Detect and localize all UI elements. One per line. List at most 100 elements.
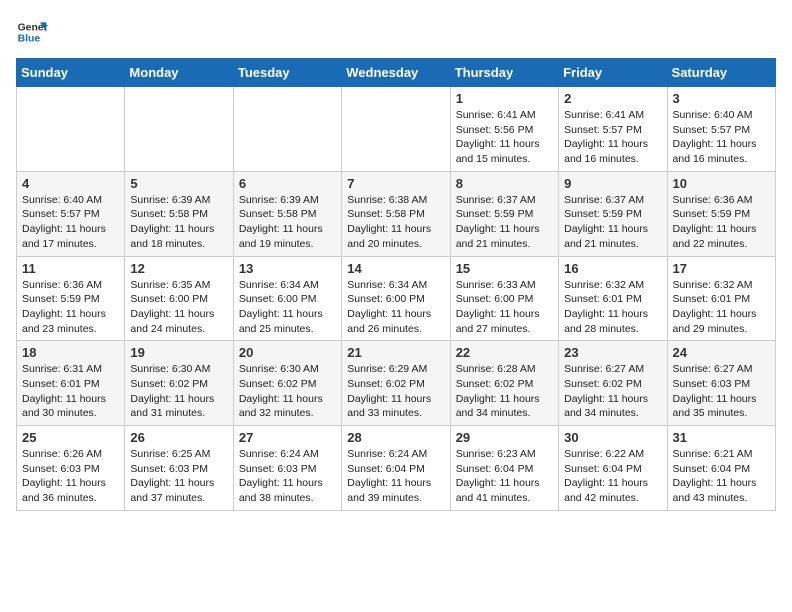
calendar-cell: 5 Sunrise: 6:39 AM Sunset: 5:58 PM Daylig… <box>125 171 233 256</box>
calendar-cell: 13 Sunrise: 6:34 AM Sunset: 6:00 PM Dayli… <box>233 256 341 341</box>
day-info: Sunrise: 6:35 AM Sunset: 6:00 PM Dayligh… <box>130 278 227 337</box>
calendar-cell <box>233 87 341 172</box>
day-info: Sunrise: 6:25 AM Sunset: 6:03 PM Dayligh… <box>130 447 227 506</box>
day-header-saturday: Saturday <box>667 59 775 87</box>
day-info: Sunrise: 6:23 AM Sunset: 6:04 PM Dayligh… <box>456 447 553 506</box>
day-info: Sunrise: 6:39 AM Sunset: 5:58 PM Dayligh… <box>130 193 227 252</box>
day-info: Sunrise: 6:32 AM Sunset: 6:01 PM Dayligh… <box>673 278 770 337</box>
calendar-cell: 10Sunrise: 6:36 AM Sunset: 5:59 PM Dayli… <box>667 171 775 256</box>
calendar-cell: 8 Sunrise: 6:37 AM Sunset: 5:59 PM Daylig… <box>450 171 558 256</box>
calendar-cell: 4 Sunrise: 6:40 AM Sunset: 5:57 PM Daylig… <box>17 171 125 256</box>
day-header-friday: Friday <box>559 59 667 87</box>
calendar-cell: 1Sunrise: 6:41 AM Sunset: 5:56 PM Daylig… <box>450 87 558 172</box>
day-number: 20 <box>239 345 336 360</box>
calendar-cell: 31 Sunrise: 6:21 AM Sunset: 6:04 PM Dayli… <box>667 426 775 511</box>
calendar-week-4: 18Sunrise: 6:31 AM Sunset: 6:01 PM Dayli… <box>17 341 776 426</box>
day-info: Sunrise: 6:28 AM Sunset: 6:02 PM Dayligh… <box>456 362 553 421</box>
day-info: Sunrise: 6:34 AM Sunset: 6:00 PM Dayligh… <box>347 278 444 337</box>
calendar-cell: 19 Sunrise: 6:30 AM Sunset: 6:02 PM Dayli… <box>125 341 233 426</box>
day-info: Sunrise: 6:29 AM Sunset: 6:02 PM Dayligh… <box>347 362 444 421</box>
day-info: Sunrise: 6:40 AM Sunset: 5:57 PM Dayligh… <box>673 108 770 167</box>
day-number: 23 <box>564 345 661 360</box>
calendar-week-5: 25 Sunrise: 6:26 AM Sunset: 6:03 PM Dayli… <box>17 426 776 511</box>
calendar-cell: 28 Sunrise: 6:24 AM Sunset: 6:04 PM Dayli… <box>342 426 450 511</box>
calendar-cell <box>342 87 450 172</box>
day-number: 1 <box>456 91 553 106</box>
calendar-cell: 17 Sunrise: 6:32 AM Sunset: 6:01 PM Dayli… <box>667 256 775 341</box>
day-header-wednesday: Wednesday <box>342 59 450 87</box>
day-info: Sunrise: 6:41 AM Sunset: 5:57 PM Dayligh… <box>564 108 661 167</box>
calendar-cell: 27Sunrise: 6:24 AM Sunset: 6:03 PM Dayli… <box>233 426 341 511</box>
calendar-cell: 30 Sunrise: 6:22 AM Sunset: 6:04 PM Dayli… <box>559 426 667 511</box>
page-header: General Blue <box>16 16 776 48</box>
calendar-header-row: SundayMondayTuesdayWednesdayThursdayFrid… <box>17 59 776 87</box>
day-number: 11 <box>22 261 119 276</box>
calendar-cell: 26 Sunrise: 6:25 AM Sunset: 6:03 PM Dayli… <box>125 426 233 511</box>
calendar-cell: 6Sunrise: 6:39 AM Sunset: 5:58 PM Daylig… <box>233 171 341 256</box>
day-info: Sunrise: 6:30 AM Sunset: 6:02 PM Dayligh… <box>130 362 227 421</box>
calendar-cell: 9Sunrise: 6:37 AM Sunset: 5:59 PM Daylig… <box>559 171 667 256</box>
day-header-sunday: Sunday <box>17 59 125 87</box>
day-info: Sunrise: 6:37 AM Sunset: 5:59 PM Dayligh… <box>456 193 553 252</box>
day-number: 26 <box>130 430 227 445</box>
day-header-tuesday: Tuesday <box>233 59 341 87</box>
day-info: Sunrise: 6:26 AM Sunset: 6:03 PM Dayligh… <box>22 447 119 506</box>
calendar-cell: 7 Sunrise: 6:38 AM Sunset: 5:58 PM Daylig… <box>342 171 450 256</box>
day-number: 16 <box>564 261 661 276</box>
day-info: Sunrise: 6:36 AM Sunset: 5:59 PM Dayligh… <box>22 278 119 337</box>
day-info: Sunrise: 6:40 AM Sunset: 5:57 PM Dayligh… <box>22 193 119 252</box>
calendar-week-1: 1Sunrise: 6:41 AM Sunset: 5:56 PM Daylig… <box>17 87 776 172</box>
calendar-week-2: 4 Sunrise: 6:40 AM Sunset: 5:57 PM Daylig… <box>17 171 776 256</box>
day-info: Sunrise: 6:30 AM Sunset: 6:02 PM Dayligh… <box>239 362 336 421</box>
day-info: Sunrise: 6:22 AM Sunset: 6:04 PM Dayligh… <box>564 447 661 506</box>
day-info: Sunrise: 6:37 AM Sunset: 5:59 PM Dayligh… <box>564 193 661 252</box>
calendar-table: SundayMondayTuesdayWednesdayThursdayFrid… <box>16 58 776 511</box>
day-header-monday: Monday <box>125 59 233 87</box>
calendar-cell: 25 Sunrise: 6:26 AM Sunset: 6:03 PM Dayli… <box>17 426 125 511</box>
calendar-week-3: 11 Sunrise: 6:36 AM Sunset: 5:59 PM Dayli… <box>17 256 776 341</box>
calendar-cell: 18Sunrise: 6:31 AM Sunset: 6:01 PM Dayli… <box>17 341 125 426</box>
day-number: 30 <box>564 430 661 445</box>
day-number: 17 <box>673 261 770 276</box>
day-info: Sunrise: 6:38 AM Sunset: 5:58 PM Dayligh… <box>347 193 444 252</box>
day-info: Sunrise: 6:36 AM Sunset: 5:59 PM Dayligh… <box>673 193 770 252</box>
day-number: 21 <box>347 345 444 360</box>
day-number: 8 <box>456 176 553 191</box>
day-number: 7 <box>347 176 444 191</box>
calendar-cell: 29 Sunrise: 6:23 AM Sunset: 6:04 PM Dayli… <box>450 426 558 511</box>
day-number: 13 <box>239 261 336 276</box>
calendar-cell: 14 Sunrise: 6:34 AM Sunset: 6:00 PM Dayli… <box>342 256 450 341</box>
day-header-thursday: Thursday <box>450 59 558 87</box>
calendar-cell: 23 Sunrise: 6:27 AM Sunset: 6:02 PM Dayli… <box>559 341 667 426</box>
day-info: Sunrise: 6:27 AM Sunset: 6:03 PM Dayligh… <box>673 362 770 421</box>
calendar-cell: 15Sunrise: 6:33 AM Sunset: 6:00 PM Dayli… <box>450 256 558 341</box>
day-number: 5 <box>130 176 227 191</box>
day-info: Sunrise: 6:34 AM Sunset: 6:00 PM Dayligh… <box>239 278 336 337</box>
day-number: 24 <box>673 345 770 360</box>
day-number: 29 <box>456 430 553 445</box>
calendar-cell: 11 Sunrise: 6:36 AM Sunset: 5:59 PM Dayli… <box>17 256 125 341</box>
day-number: 6 <box>239 176 336 191</box>
day-info: Sunrise: 6:27 AM Sunset: 6:02 PM Dayligh… <box>564 362 661 421</box>
calendar-cell: 24 Sunrise: 6:27 AM Sunset: 6:03 PM Dayli… <box>667 341 775 426</box>
day-info: Sunrise: 6:24 AM Sunset: 6:04 PM Dayligh… <box>347 447 444 506</box>
calendar-cell: 21 Sunrise: 6:29 AM Sunset: 6:02 PM Dayli… <box>342 341 450 426</box>
day-number: 15 <box>456 261 553 276</box>
day-number: 22 <box>456 345 553 360</box>
day-number: 19 <box>130 345 227 360</box>
day-number: 4 <box>22 176 119 191</box>
calendar-cell <box>17 87 125 172</box>
calendar-cell: 22 Sunrise: 6:28 AM Sunset: 6:02 PM Dayli… <box>450 341 558 426</box>
day-number: 27 <box>239 430 336 445</box>
calendar-cell: 16Sunrise: 6:32 AM Sunset: 6:01 PM Dayli… <box>559 256 667 341</box>
calendar-cell: 20 Sunrise: 6:30 AM Sunset: 6:02 PM Dayli… <box>233 341 341 426</box>
calendar-cell: 3Sunrise: 6:40 AM Sunset: 5:57 PM Daylig… <box>667 87 775 172</box>
day-info: Sunrise: 6:31 AM Sunset: 6:01 PM Dayligh… <box>22 362 119 421</box>
calendar-cell: 12Sunrise: 6:35 AM Sunset: 6:00 PM Dayli… <box>125 256 233 341</box>
calendar-cell <box>125 87 233 172</box>
day-number: 28 <box>347 430 444 445</box>
day-info: Sunrise: 6:21 AM Sunset: 6:04 PM Dayligh… <box>673 447 770 506</box>
day-number: 14 <box>347 261 444 276</box>
day-number: 25 <box>22 430 119 445</box>
day-number: 31 <box>673 430 770 445</box>
